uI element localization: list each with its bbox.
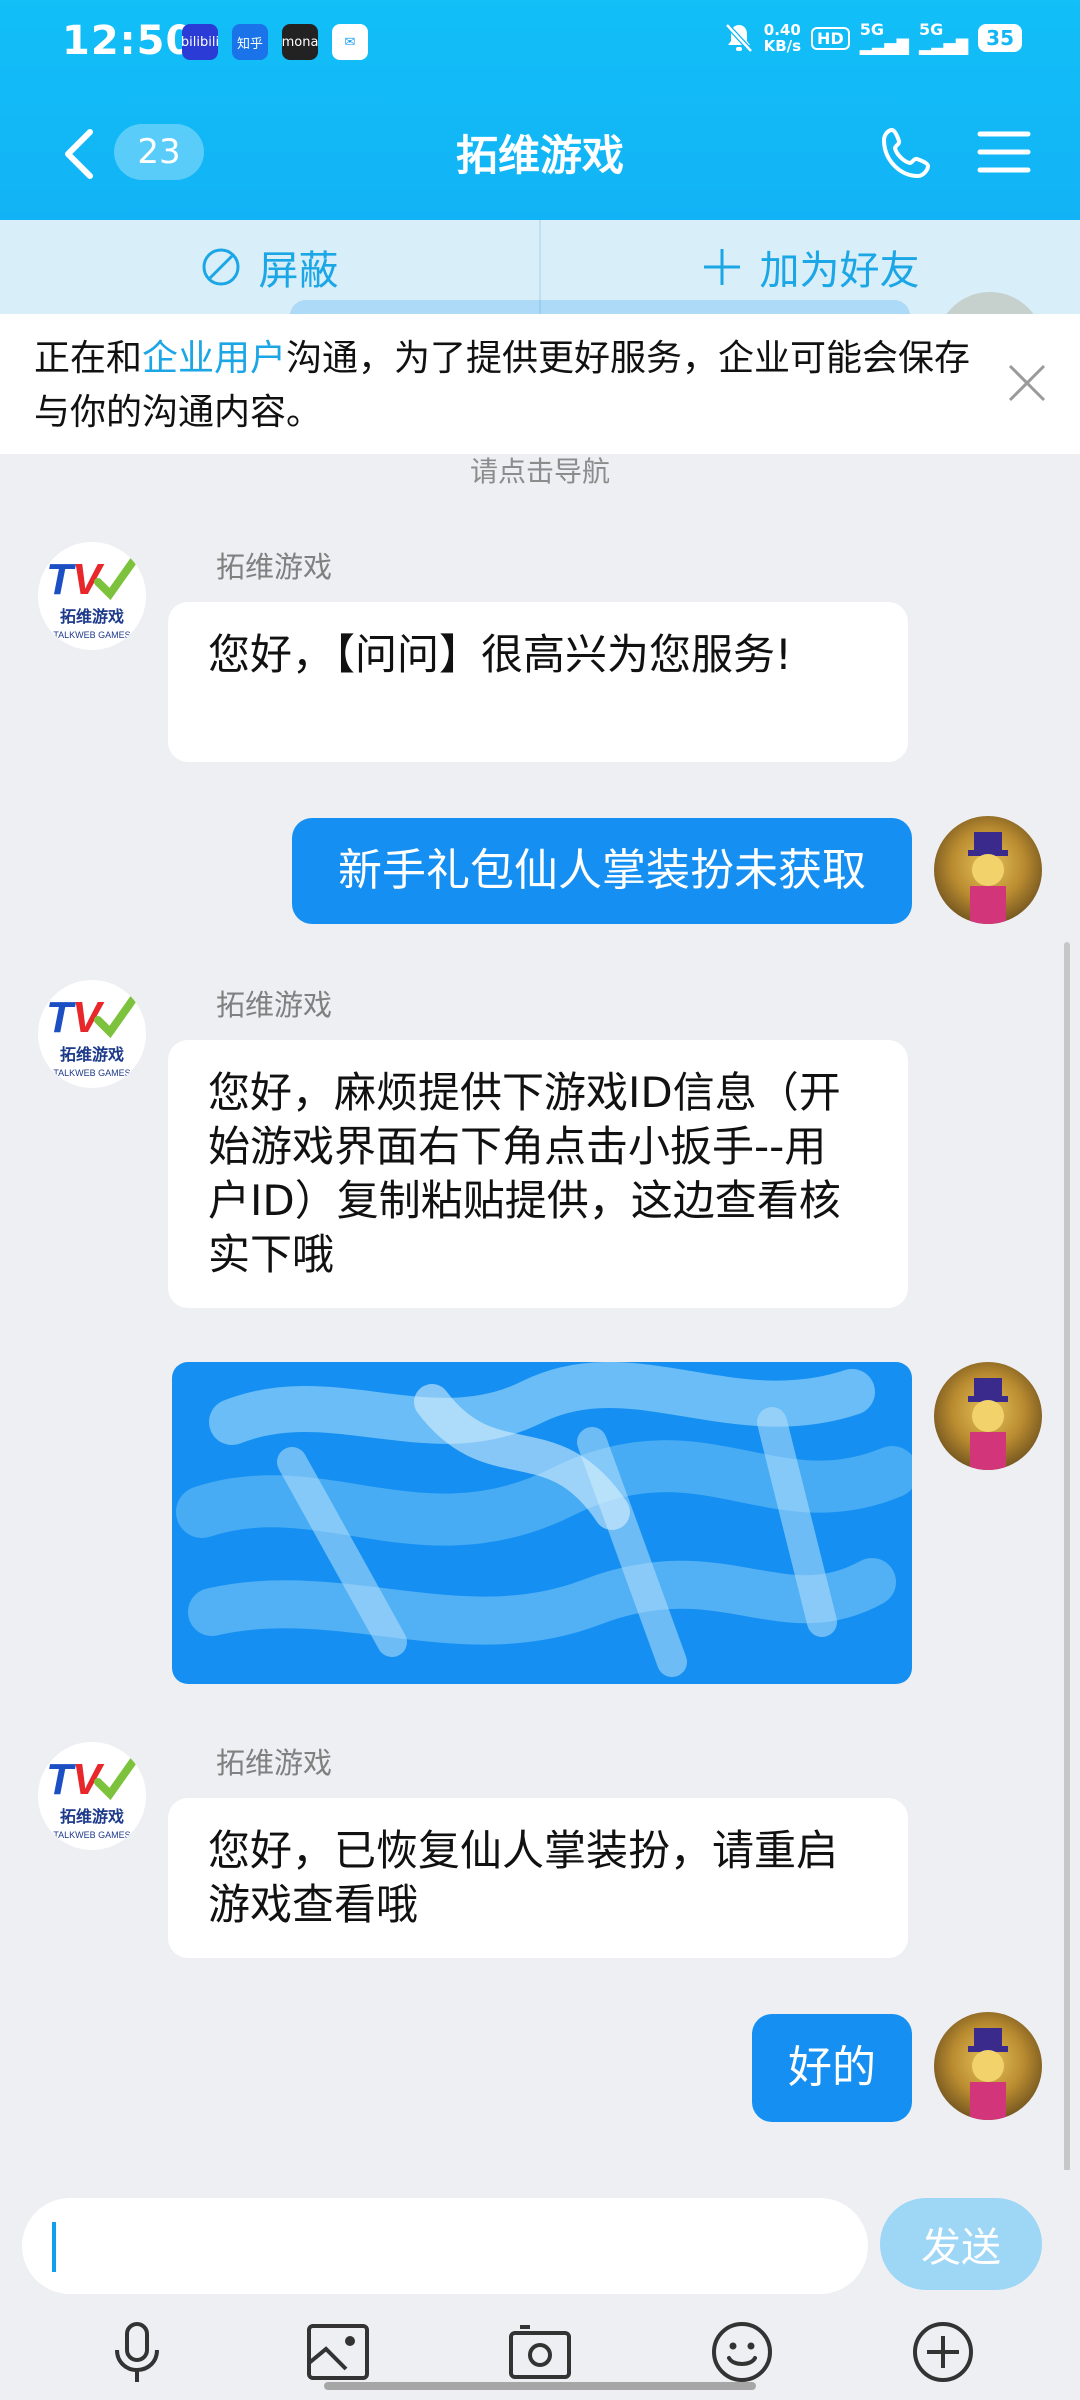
network-speed: 0.40 KB/s: [764, 22, 801, 54]
text-cursor: [52, 2222, 56, 2272]
talkweb-logo: T V 拓维游戏 TALKWEB GAMES: [46, 1755, 138, 1840]
game-app-icon: mona: [282, 24, 318, 60]
mail-icon: ✉: [332, 24, 368, 60]
notice-prefix: 正在和: [34, 338, 143, 379]
brand-name: 拓维游戏: [60, 1045, 124, 1064]
status-time: 12:50: [62, 18, 195, 64]
scrollbar[interactable]: [1064, 942, 1070, 2172]
chat-navbar: 23 拓维游戏: [0, 84, 1080, 220]
phone-icon[interactable]: [878, 124, 936, 182]
plus-icon: [703, 249, 740, 285]
block-label: 屏蔽: [258, 248, 339, 294]
user-avatar-figure: [968, 2028, 1008, 2120]
camera-icon[interactable]: [504, 2316, 576, 2388]
input-toolbar: [0, 2316, 1080, 2386]
message-input[interactable]: [22, 2198, 868, 2294]
talkweb-logo: T V 拓维游戏 TALKWEB GAMES: [46, 555, 138, 640]
brand-sub: TALKWEB GAMES: [53, 1830, 130, 1840]
sender-name: 拓维游戏: [216, 988, 333, 1022]
mute-bell-icon: [724, 23, 753, 53]
enterprise-notice: 正在和企业用户沟通，为了提供更好服务，企业可能会保存与你的沟通内容。: [0, 314, 1080, 454]
sender-name: 拓维游戏: [216, 550, 333, 584]
avatar[interactable]: T V 拓维游戏 TALKWEB GAMES: [38, 542, 146, 650]
battery-level: 35: [978, 24, 1022, 52]
signal-sim1: 5G ▂▃▅▇: [859, 20, 909, 55]
sim1-label: 5G: [859, 20, 884, 39]
image-icon[interactable]: [302, 2316, 374, 2388]
zhihu-icon: 知乎: [232, 24, 268, 60]
brand-name: 拓维游戏: [60, 607, 124, 626]
message-bubble[interactable]: 好的: [752, 2014, 912, 2122]
plus-icon[interactable]: [907, 2316, 979, 2388]
menu-icon[interactable]: [976, 128, 1032, 176]
brand-name: 拓维游戏: [60, 1807, 124, 1826]
redacted-message-bubble[interactable]: [172, 1362, 912, 1684]
sender-name: 拓维游戏: [216, 1746, 333, 1780]
avatar[interactable]: [934, 816, 1042, 924]
avatar[interactable]: T V 拓维游戏 TALKWEB GAMES: [38, 1742, 146, 1850]
close-icon[interactable]: [1006, 362, 1048, 404]
input-area: 发送: [0, 2170, 1080, 2400]
avatar[interactable]: T V 拓维游戏 TALKWEB GAMES: [38, 980, 146, 1088]
avatar[interactable]: [934, 2012, 1042, 2120]
brand-sub: TALKWEB GAMES: [53, 1068, 130, 1078]
home-indicator[interactable]: [324, 2382, 756, 2390]
signal-sim2: 5G ▂▃▅▇: [918, 20, 969, 55]
message-bubble[interactable]: 您好，【问问】很高兴为您服务!: [168, 602, 908, 762]
microphone-icon[interactable]: [101, 2316, 173, 2388]
network-speed-unit: KB/s: [763, 37, 802, 55]
top-header: 12:50 bilibili 知乎 mona ✉ 0.40 KB/s HD 5G…: [0, 0, 1080, 220]
notification-icons: bilibili 知乎 mona ✉: [182, 24, 368, 60]
block-icon: [202, 248, 239, 286]
user-avatar-figure: [968, 1378, 1008, 1470]
status-bar: 12:50 bilibili 知乎 mona ✉ 0.40 KB/s HD 5G…: [0, 0, 1080, 84]
send-button[interactable]: 发送: [880, 2198, 1042, 2290]
message-bubble[interactable]: 您好，麻烦提供下游戏ID信息（开始游戏界面右下角点击小扳手--用户ID）复制粘贴…: [168, 1040, 908, 1308]
brand-sub: TALKWEB GAMES: [53, 630, 130, 640]
avatar[interactable]: [934, 1362, 1042, 1470]
hd-badge: HD: [811, 26, 850, 50]
system-icons: 0.40 KB/s HD 5G ▂▃▅▇ 5G ▂▃▅▇ 35: [724, 22, 1022, 54]
notice-highlight: 企业用户: [142, 338, 287, 379]
bilibili-icon: bilibili: [182, 24, 218, 60]
message-bubble[interactable]: 新手礼包仙人掌装扮未获取: [292, 818, 912, 924]
add-friend-label: 加为好友: [759, 248, 920, 294]
sim2-label: 5G: [918, 20, 944, 39]
user-avatar-figure: [968, 832, 1008, 924]
network-speed-value: 0.40: [763, 21, 801, 39]
redaction-scribble: [176, 1362, 912, 1677]
talkweb-logo: T V 拓维游戏 TALKWEB GAMES: [46, 993, 138, 1078]
message-bubble[interactable]: 您好，已恢复仙人掌装扮，请重启游戏查看哦: [168, 1798, 908, 1958]
emoji-icon[interactable]: [706, 2316, 778, 2388]
system-message: 请点击导航: [469, 455, 610, 488]
